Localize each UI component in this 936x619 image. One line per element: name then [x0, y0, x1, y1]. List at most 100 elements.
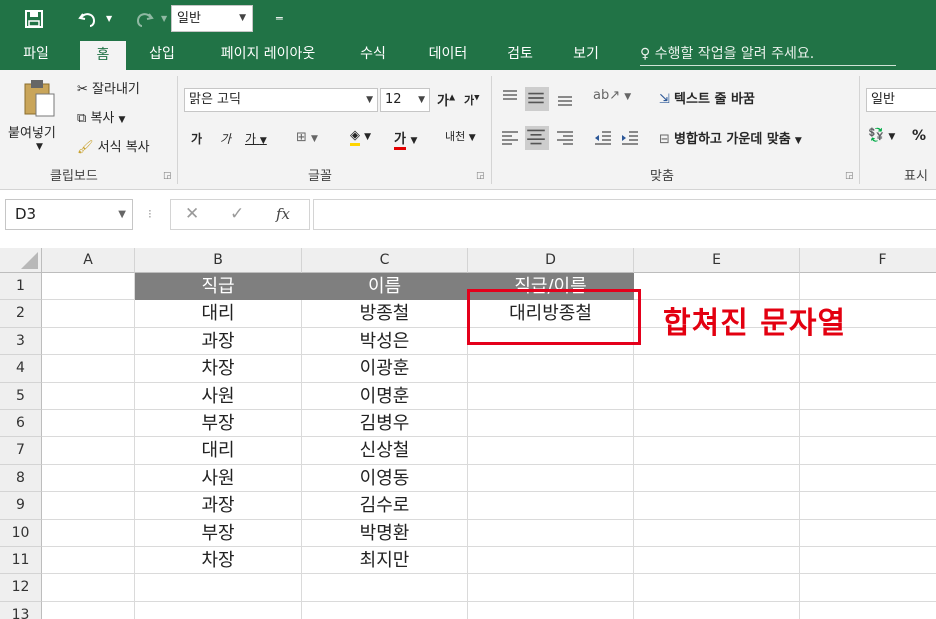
cell-e7[interactable]	[634, 437, 800, 465]
formula-input[interactable]	[313, 199, 936, 230]
grow-font-button[interactable]: 가▲	[437, 90, 455, 109]
row-header-5[interactable]: 5	[0, 382, 42, 410]
cell-c7[interactable]: 신상철	[302, 437, 468, 465]
row-header-11[interactable]: 11	[0, 547, 42, 575]
cell-d5[interactable]	[468, 382, 634, 410]
increase-indent-button[interactable]	[620, 128, 640, 152]
cell-d6[interactable]	[468, 410, 634, 438]
row-header-12[interactable]: 12	[0, 574, 42, 602]
row-header-3[interactable]: 3	[0, 327, 42, 356]
underline-button[interactable]: 가 ▼	[245, 130, 267, 147]
undo-dropdown-icon[interactable]: ▼	[106, 0, 112, 38]
column-header-a[interactable]: A	[42, 248, 135, 273]
cell-f11[interactable]	[800, 547, 936, 575]
cell-c8[interactable]: 이영동	[302, 464, 468, 493]
row-header-10[interactable]: 10	[0, 519, 42, 547]
column-header-e[interactable]: E	[634, 248, 800, 273]
cell-c11[interactable]: 최지만	[302, 547, 468, 575]
cell-d8[interactable]	[468, 464, 634, 493]
cell-a3[interactable]	[42, 327, 135, 356]
cell-e11[interactable]	[634, 547, 800, 575]
paste-dropdown-icon[interactable]: ▼	[36, 142, 43, 152]
decrease-indent-button[interactable]	[593, 128, 613, 152]
cell-d7[interactable]	[468, 437, 634, 465]
cell-e5[interactable]	[634, 382, 800, 410]
align-left-button[interactable]	[500, 128, 520, 152]
cell-c3[interactable]: 박성은	[302, 327, 468, 356]
cell-c1[interactable]: 이름	[302, 273, 468, 301]
cell-e10[interactable]	[634, 519, 800, 547]
cell-d4[interactable]	[468, 355, 634, 383]
paste-button[interactable]: 붙여넣기	[8, 122, 56, 141]
tab-review[interactable]: 검토	[497, 38, 543, 70]
accounting-format-button[interactable]: 💱 ▼	[868, 128, 895, 143]
cell-a10[interactable]	[42, 519, 135, 547]
cell-c9[interactable]: 김수로	[302, 492, 468, 520]
cell-a11[interactable]	[42, 547, 135, 575]
border-button[interactable]: ⊞ ▼	[296, 130, 318, 145]
alignment-launcher-icon[interactable]: ◲	[845, 171, 854, 181]
cell-f12[interactable]	[800, 574, 936, 602]
tab-data[interactable]: 데이터	[418, 38, 478, 70]
cell-a4[interactable]	[42, 355, 135, 383]
align-right-button[interactable]	[555, 128, 575, 152]
font-launcher-icon[interactable]: ◲	[476, 171, 485, 181]
cell-b10[interactable]: 부장	[135, 519, 302, 547]
cell-c5[interactable]: 이명훈	[302, 382, 468, 410]
cell-e1[interactable]	[634, 273, 800, 301]
align-bottom-button[interactable]	[555, 87, 575, 113]
fill-color-button[interactable]: ◈ ▼	[350, 128, 371, 146]
cell-c13[interactable]	[302, 601, 468, 619]
cell-f4[interactable]	[800, 355, 936, 383]
format-painter-button[interactable]: 🖌 서식 복사	[77, 136, 150, 155]
cell-f13[interactable]	[800, 602, 936, 619]
cell-e6[interactable]	[634, 410, 800, 438]
row-header-9[interactable]: 9	[0, 492, 42, 520]
cell-b6[interactable]: 부장	[135, 410, 302, 438]
cell-c12[interactable]	[302, 574, 468, 602]
tab-view[interactable]: 보기	[563, 38, 609, 70]
insert-function-icon[interactable]: fx	[276, 199, 290, 230]
cell-a13[interactable]	[42, 601, 135, 619]
cell-b2[interactable]: 대리	[135, 300, 302, 328]
undo-icon[interactable]	[78, 0, 98, 43]
copy-button[interactable]: ⧉ 복사 ▼	[77, 107, 125, 126]
cell-b4[interactable]: 차장	[135, 355, 302, 383]
row-header-7[interactable]: 7	[0, 437, 42, 465]
cell-b1[interactable]: 직급	[135, 273, 302, 301]
column-header-d[interactable]: D	[468, 248, 634, 273]
phonetic-button[interactable]: 내천 ▼	[445, 128, 476, 144]
customize-qat-icon[interactable]: ═	[276, 0, 283, 38]
select-all-button[interactable]	[0, 248, 42, 273]
column-header-f[interactable]: F	[800, 248, 936, 273]
cancel-icon[interactable]: ✕	[185, 199, 199, 230]
cell-e4[interactable]	[634, 355, 800, 383]
cell-b7[interactable]: 대리	[135, 437, 302, 465]
cell-d11[interactable]	[468, 547, 634, 575]
cell-a2[interactable]	[42, 300, 135, 328]
row-header-1[interactable]: 1	[0, 273, 42, 301]
cell-f8[interactable]	[800, 465, 936, 493]
redo-dropdown-icon[interactable]: ▼	[161, 0, 167, 38]
font-color-button[interactable]: 가 ▼	[394, 128, 417, 150]
tab-formulas[interactable]: 수식	[350, 38, 396, 70]
cell-b8[interactable]: 사원	[135, 464, 302, 493]
cell-e8[interactable]	[634, 464, 800, 493]
column-header-b[interactable]: B	[135, 248, 302, 273]
cell-c4[interactable]: 이광훈	[302, 355, 468, 383]
merge-center-button[interactable]: ⊟ 병합하고 가운데 맞춤 ▼	[659, 128, 802, 147]
align-center-button[interactable]	[525, 126, 549, 150]
cell-c6[interactable]: 김병우	[302, 410, 468, 438]
align-top-button[interactable]	[500, 87, 520, 109]
cell-a8[interactable]	[42, 464, 135, 493]
cell-b12[interactable]	[135, 574, 302, 602]
cell-d9[interactable]	[468, 492, 634, 520]
cell-b3[interactable]: 과장	[135, 327, 302, 356]
cell-a9[interactable]	[42, 492, 135, 520]
orientation-button[interactable]: ab↗ ▼	[593, 88, 631, 103]
bold-button[interactable]: 가	[191, 130, 202, 147]
tab-insert[interactable]: 삽입	[138, 38, 186, 70]
row-header-2[interactable]: 2	[0, 300, 42, 328]
cell-f5[interactable]	[800, 383, 936, 410]
tell-me-search[interactable]: ♀ 수행할 작업을 알려 주세요.	[640, 38, 896, 70]
